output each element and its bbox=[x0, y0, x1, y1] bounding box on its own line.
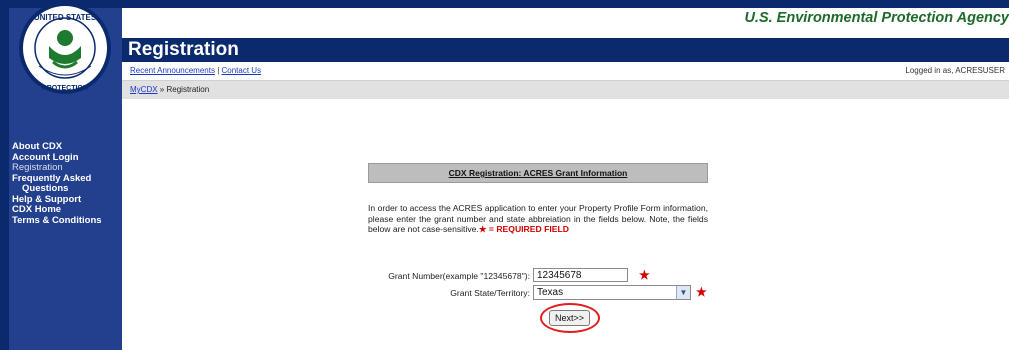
breadcrumb-current: Registration bbox=[166, 85, 210, 94]
contact-us-link[interactable]: Contact Us bbox=[222, 66, 262, 75]
chevron-down-icon[interactable]: ▼ bbox=[676, 286, 690, 299]
sidebar-item-cdx-home[interactable]: CDX Home bbox=[12, 204, 122, 216]
breadcrumb-separator: » bbox=[159, 85, 165, 94]
title-bar: Registration bbox=[122, 38, 1009, 62]
required-star-icon: ★ bbox=[478, 224, 487, 234]
sidebar-item-terms[interactable]: Terms & Conditions bbox=[12, 215, 122, 227]
breadcrumb: MyCDX » Registration bbox=[122, 81, 1009, 99]
grant-number-required-icon: ★ bbox=[639, 268, 650, 282]
page-title: Registration bbox=[128, 39, 239, 60]
svg-text:UNITED STATES: UNITED STATES bbox=[34, 13, 97, 22]
top-links: Recent Announcements | Contact Us bbox=[130, 66, 261, 75]
sidebar-item-about-cdx[interactable]: About CDX bbox=[12, 141, 122, 153]
panel-heading: CDX Registration: ACRES Grant Informatio… bbox=[368, 163, 708, 183]
grant-number-input[interactable] bbox=[533, 268, 628, 282]
svg-text:PROTECTION: PROTECTION bbox=[42, 85, 88, 92]
breadcrumb-mycdx-link[interactable]: MyCDX bbox=[130, 85, 158, 94]
grant-state-selected-value: Texas bbox=[537, 287, 564, 298]
left-frame-bar bbox=[0, 0, 9, 350]
grant-number-label: Grant Number(example "12345678"): bbox=[388, 271, 530, 281]
top-frame-bar bbox=[0, 0, 1009, 8]
required-field-note: = REQUIRED FIELD bbox=[486, 224, 569, 234]
recent-announcements-link[interactable]: Recent Announcements bbox=[130, 66, 215, 75]
sidebar-nav: About CDX Account Login Registration Fre… bbox=[12, 141, 122, 227]
grant-state-required-icon: ★ bbox=[696, 285, 707, 299]
next-button[interactable]: Next>> bbox=[549, 310, 590, 326]
main-content: U.S. Environmental Protection Agency Reg… bbox=[122, 8, 1009, 350]
grant-state-label: Grant State/Territory: bbox=[450, 288, 530, 298]
panel-heading-text: CDX Registration: ACRES Grant Informatio… bbox=[448, 168, 628, 178]
epa-seal-logo: UNITED STATES PROTECTION bbox=[19, 2, 111, 94]
logged-in-status: Logged in as, ACRESUSER bbox=[905, 66, 1005, 75]
sidebar-item-faq-questions[interactable]: Questions bbox=[12, 183, 122, 195]
intro-paragraph: In order to access the ACRES application… bbox=[368, 203, 708, 235]
top-links-bar: Recent Announcements | Contact Us Logged… bbox=[122, 62, 1009, 81]
grant-state-select[interactable]: Texas ▼ bbox=[533, 285, 691, 300]
agency-title: U.S. Environmental Protection Agency bbox=[744, 10, 1009, 26]
sidebar-item-registration[interactable]: Registration bbox=[12, 162, 122, 174]
link-separator: | bbox=[217, 66, 220, 75]
